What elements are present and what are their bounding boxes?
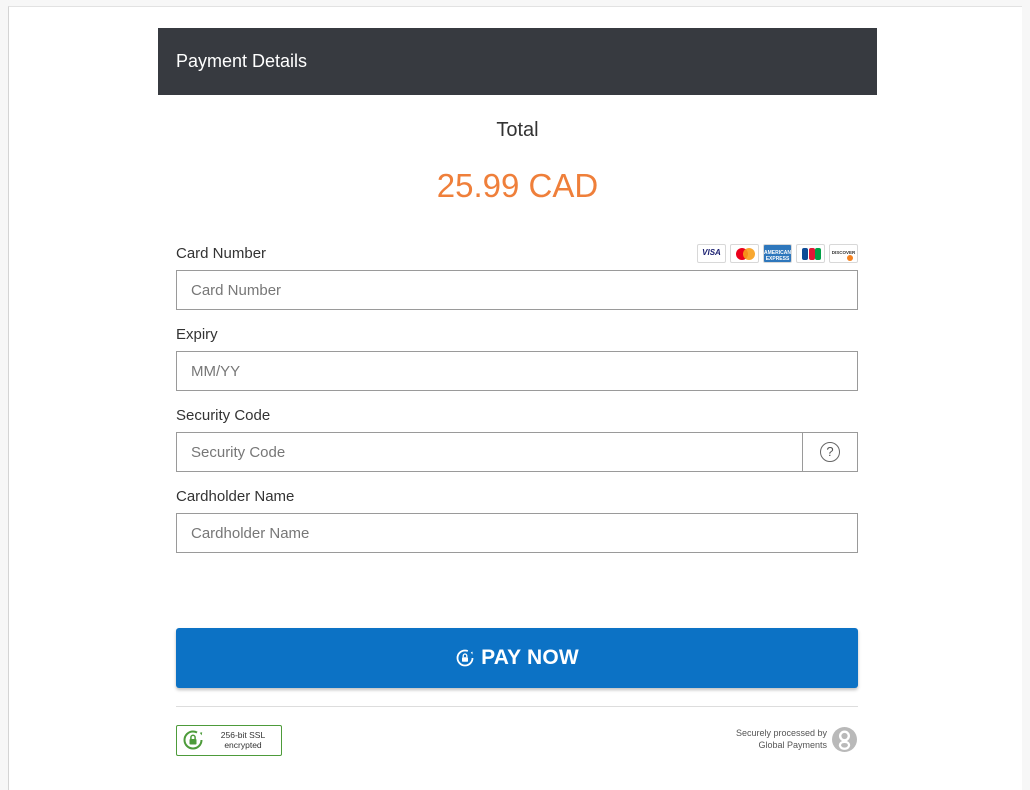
discover-text: DISCOVER — [831, 250, 856, 255]
card-number-input[interactable] — [176, 270, 858, 310]
processor-line1: Securely processed by — [735, 728, 827, 738]
global-payments-logo — [832, 727, 857, 752]
security-code-label: Security Code — [176, 407, 271, 424]
amex-icon: AMERICAN EXPRESS — [763, 244, 792, 263]
page-title: Payment Details — [176, 51, 308, 71]
cardholder-name-input[interactable] — [176, 513, 858, 553]
secure-lock-icon — [456, 649, 474, 667]
pay-now-button[interactable]: PAY NOW — [176, 628, 858, 688]
mastercard-icon — [730, 244, 759, 263]
ssl-lock-icon — [183, 730, 203, 750]
processor-text: Securely processed by Global Payments — [700, 727, 827, 751]
jcb-icon — [796, 244, 825, 263]
ssl-badge-line1: 256-bit SSL — [220, 730, 266, 740]
security-code-input[interactable] — [176, 432, 803, 472]
ssl-badge-line2: encrypted — [224, 740, 262, 750]
total-label: Total — [496, 119, 539, 141]
payment-header: Payment Details — [158, 28, 877, 95]
footer-divider — [176, 706, 858, 707]
expiry-label: Expiry — [176, 326, 218, 343]
question-circle-icon: ? — [820, 442, 840, 462]
pay-now-label: PAY NOW — [481, 646, 579, 669]
card-number-label: Card Number — [176, 245, 267, 262]
cardholder-name-label: Cardholder Name — [176, 488, 295, 505]
total-amount: 25.99 CAD — [436, 167, 599, 204]
visa-text: VISA — [702, 248, 721, 257]
amex-text: AMERICAN EXPRESS — [764, 250, 791, 262]
accepted-cards: VISA AMERICAN EXPRESS DISCOVER — [697, 244, 858, 264]
processor-line2: Global Payments — [758, 740, 827, 750]
visa-icon: VISA — [697, 244, 726, 263]
ssl-badge: 256-bit SSL encrypted — [176, 725, 282, 756]
expiry-input[interactable] — [176, 351, 858, 391]
discover-icon: DISCOVER — [829, 244, 858, 263]
security-code-help-button[interactable]: ? — [802, 432, 858, 472]
